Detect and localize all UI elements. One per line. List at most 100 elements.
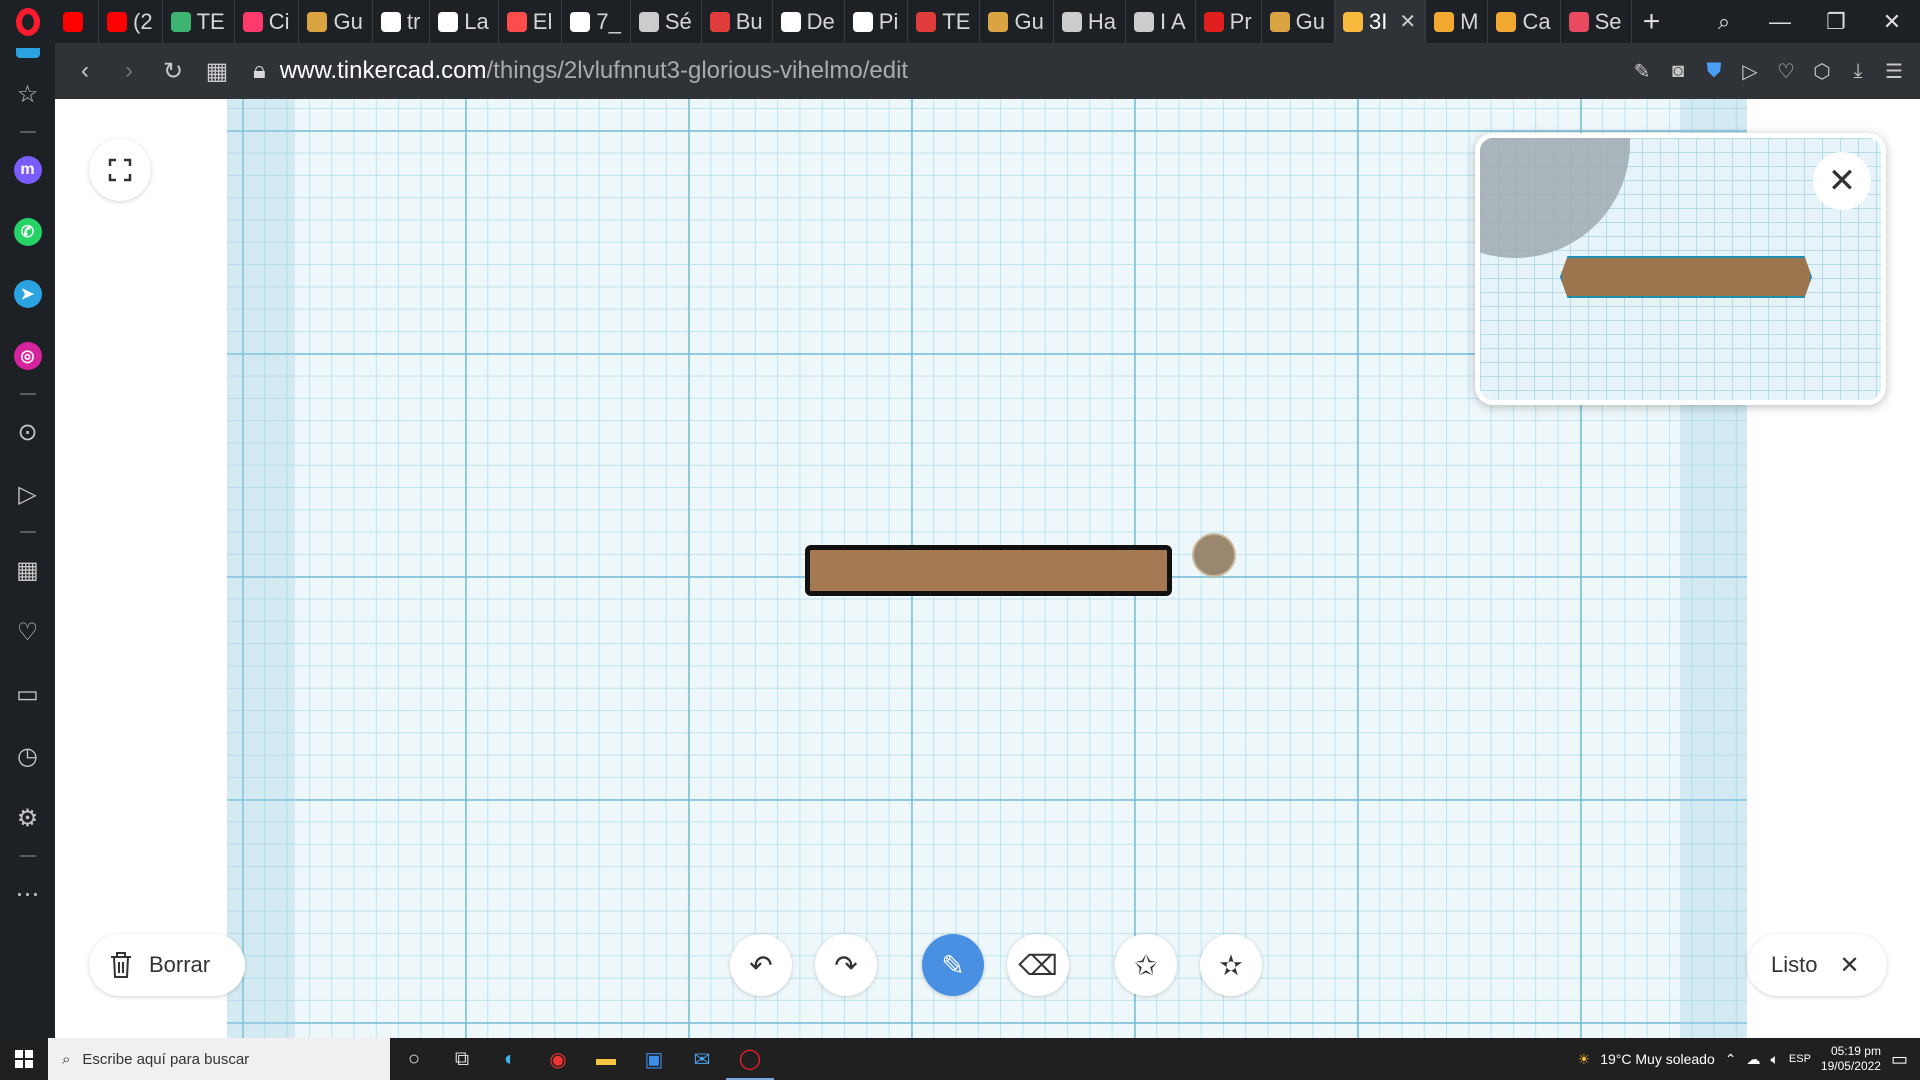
- chevron-up-icon[interactable]: ⌃: [1725, 1051, 1737, 1068]
- shape-tool-button[interactable]: ✩: [1115, 934, 1177, 996]
- browser-tab[interactable]: Se: [1561, 0, 1632, 43]
- url-field[interactable]: 🔒︎ www.tinkercad.com/things/2lvlufnnut3-…: [253, 57, 908, 85]
- reload-button[interactable]: ↻: [151, 49, 195, 93]
- sidebar-item-history[interactable]: ◷: [0, 725, 55, 787]
- store-app[interactable]: ▣: [630, 1038, 678, 1080]
- speed-dial-icon[interactable]: ▦: [195, 49, 239, 93]
- browser-tab[interactable]: El: [499, 0, 563, 43]
- tab-favicon-icon: [1434, 11, 1455, 32]
- sidebar-more-button[interactable]: ⋯: [0, 863, 55, 925]
- eraser-tool-button[interactable]: ⌫: [1007, 934, 1069, 996]
- sidebar-item-instagram[interactable]: ◎: [0, 325, 55, 387]
- browser-tab[interactable]: Ha: [1054, 0, 1126, 43]
- game-app[interactable]: ◉: [534, 1038, 582, 1080]
- expand-icon: [108, 158, 132, 182]
- camera-icon[interactable]: ◙: [1664, 60, 1692, 83]
- preview-3d-shape: [1560, 256, 1812, 298]
- browser-tab[interactable]: Ci: [235, 0, 300, 43]
- browser-tab[interactable]: Ca: [1488, 0, 1561, 43]
- fullscreen-button[interactable]: [89, 139, 151, 201]
- download-icon[interactable]: ⤓: [1844, 60, 1872, 83]
- browser-tab[interactable]: Gu: [980, 0, 1054, 43]
- tab-favicon-icon: [380, 11, 401, 32]
- browser-tab[interactable]: TE: [908, 0, 981, 43]
- lock-icon: 🔒︎: [253, 57, 266, 84]
- browser-tab[interactable]: La: [430, 0, 499, 43]
- redo-button[interactable]: ↷: [815, 934, 877, 996]
- grid-margin-left: [227, 99, 295, 1038]
- tab-label: tr: [406, 8, 421, 34]
- sketched-shape[interactable]: [805, 545, 1172, 596]
- sidebar-item-bookmarks[interactable]: ☆: [0, 63, 55, 125]
- browser-tab[interactable]: Gu: [1262, 0, 1335, 43]
- restore-button[interactable]: ❐: [1808, 9, 1864, 35]
- star-shape-icon: ✩: [1134, 949, 1158, 981]
- settings-sliders-icon[interactable]: ☰: [1880, 59, 1908, 84]
- browser-tab[interactable]: De: [773, 0, 845, 43]
- mail-app[interactable]: ✉: [678, 1038, 726, 1080]
- cortana-button[interactable]: ○: [390, 1038, 438, 1080]
- sidebar-top-item[interactable]: [0, 43, 55, 63]
- close-window-button[interactable]: ✕: [1864, 9, 1920, 35]
- sidebar-item-telegram[interactable]: ➤: [0, 263, 55, 325]
- browser-tab[interactable]: Pi: [845, 0, 909, 43]
- forward-button[interactable]: ›: [107, 49, 151, 93]
- grid-icon: ▦: [16, 556, 39, 584]
- start-button[interactable]: [0, 1038, 48, 1080]
- browser-tab[interactable]: (2: [99, 0, 163, 43]
- close-preview-button[interactable]: ✕: [1813, 152, 1871, 210]
- back-button[interactable]: ‹: [63, 49, 107, 93]
- browser-tab[interactable]: tr: [373, 0, 431, 43]
- browser-tab[interactable]: [55, 0, 99, 43]
- browser-tab[interactable]: Bu: [702, 0, 773, 43]
- undo-button[interactable]: ↶: [730, 934, 792, 996]
- weather-text[interactable]: 19°C Muy soleado: [1600, 1051, 1715, 1067]
- browser-tab[interactable]: M: [1426, 0, 1489, 43]
- sidebar-item-settings[interactable]: ⚙: [0, 787, 55, 849]
- sidebar-item-messenger[interactable]: m: [0, 139, 55, 201]
- send-icon[interactable]: ▷: [1736, 59, 1764, 84]
- pencil-tool-button[interactable]: ✎: [922, 934, 984, 996]
- opera-menu-button[interactable]: [0, 0, 55, 43]
- task-view-button[interactable]: ⧉: [438, 1038, 486, 1080]
- clock[interactable]: 05:19 pm 19/05/2022: [1821, 1044, 1881, 1074]
- close-tab-icon[interactable]: ✕: [1399, 9, 1416, 34]
- sidebar-item-speed-dial[interactable]: ▦: [0, 539, 55, 601]
- file-explorer-app[interactable]: ▬: [582, 1038, 630, 1080]
- volume-icon[interactable]: 🔈︎: [1771, 1051, 1779, 1068]
- browser-tab[interactable]: TE: [163, 0, 235, 43]
- browser-tab[interactable]: Sé: [631, 0, 702, 43]
- browser-tab[interactable]: I A: [1126, 0, 1196, 43]
- star-hole-icon: ✫: [1219, 949, 1243, 981]
- network-icon[interactable]: ☁: [1747, 1051, 1761, 1068]
- sidebar-separator: [19, 131, 36, 133]
- clock-date: 19/05/2022: [1820, 1059, 1881, 1073]
- sidebar-item-whatsapp[interactable]: ✆: [0, 201, 55, 263]
- cube-icon[interactable]: ⬡: [1808, 59, 1836, 84]
- sketch-toolbar: ↶ ↷ ✎ ⌫ ✩ ✫: [55, 934, 1920, 996]
- new-tab-button[interactable]: +: [1632, 0, 1672, 43]
- browser-tab[interactable]: Gu: [299, 0, 373, 43]
- taskbar-search[interactable]: ⌕ Escribe aquí para buscar: [48, 1038, 390, 1080]
- heart-icon[interactable]: ♡: [1772, 59, 1800, 84]
- language-indicator[interactable]: ESP: [1789, 1053, 1811, 1065]
- browser-tab[interactable]: 3I ✕: [1335, 0, 1427, 43]
- search-tabs-icon[interactable]: ⌕: [1696, 9, 1752, 35]
- browser-tab[interactable]: 7_: [562, 0, 631, 43]
- instagram-icon: ◎: [13, 342, 42, 370]
- browser-tab[interactable]: Pr: [1196, 0, 1262, 43]
- sidebar-item-bookmarks-heart[interactable]: ♡: [0, 601, 55, 663]
- notifications-icon[interactable]: ▭: [1891, 1049, 1908, 1070]
- minimize-button[interactable]: —: [1752, 9, 1808, 35]
- sidebar-item-flow[interactable]: ▷: [0, 463, 55, 525]
- shield-icon[interactable]: ⛊: [1700, 60, 1728, 83]
- hole-tool-button[interactable]: ✫: [1200, 934, 1262, 996]
- tab-label: Sé: [664, 8, 692, 34]
- edge-app[interactable]: ◐: [486, 1038, 534, 1080]
- tab-label: El: [532, 8, 553, 34]
- sidebar-item-player[interactable]: ⊙: [0, 401, 55, 463]
- opera-app[interactable]: ◯: [726, 1038, 774, 1080]
- edit-icon[interactable]: ✎: [1628, 59, 1656, 84]
- sidebar-item-tabs[interactable]: ▭: [0, 663, 55, 725]
- done-button[interactable]: Listo ✕: [1747, 934, 1887, 996]
